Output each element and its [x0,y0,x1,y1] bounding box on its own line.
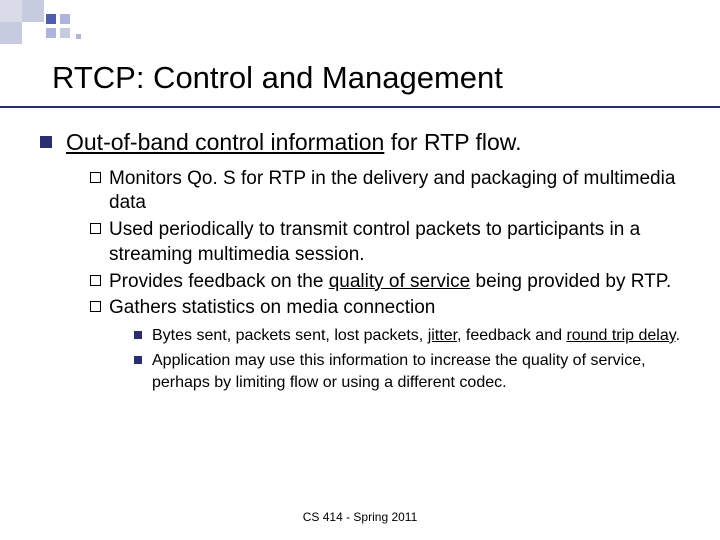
underlined-phrase: round trip delay [566,327,675,344]
slide-title: RTCP: Control and Management [52,60,503,96]
bullet-level3: Bytes sent, packets sent, lost packets, … [134,325,690,347]
small-square-bullet-icon [134,356,142,364]
corner-decoration [0,0,180,54]
underlined-phrase: quality of service [329,271,471,292]
hollow-square-icon [90,275,101,286]
underlined-phrase: jitter [428,327,457,344]
bullet-level2: Provides feedback on the quality of serv… [90,270,690,295]
slide-body: Out-of-band control information for RTP … [40,128,690,398]
square-bullet-icon [40,136,52,148]
title-underline [0,106,720,108]
level2-text: Provides feedback on the quality of serv… [109,270,671,295]
hollow-square-icon [90,172,101,183]
bullet-level1: Out-of-band control information for RTP … [40,128,690,157]
hollow-square-icon [90,301,101,312]
level2-group: Monitors Qo. S for RTP in the delivery a… [90,167,690,321]
level3-text: Application may use this information to … [152,350,690,393]
level3-text: Bytes sent, packets sent, lost packets, … [152,325,680,347]
level2-text: Gathers statistics on media connection [109,296,435,321]
hollow-square-icon [90,223,101,234]
level3-group: Bytes sent, packets sent, lost packets, … [134,325,690,394]
level2-text: Monitors Qo. S for RTP in the delivery a… [109,167,690,216]
underlined-phrase: Out-of-band control information [66,129,384,155]
bullet-level2: Gathers statistics on media connection [90,296,690,321]
small-square-bullet-icon [134,331,142,339]
bullet-level2: Monitors Qo. S for RTP in the delivery a… [90,167,690,216]
bullet-level3: Application may use this information to … [134,350,690,393]
level2-text: Used periodically to transmit control pa… [109,218,690,267]
slide-footer: CS 414 - Spring 2011 [0,510,720,524]
level1-text: Out-of-band control information for RTP … [66,128,522,157]
bullet-level2: Used periodically to transmit control pa… [90,218,690,267]
